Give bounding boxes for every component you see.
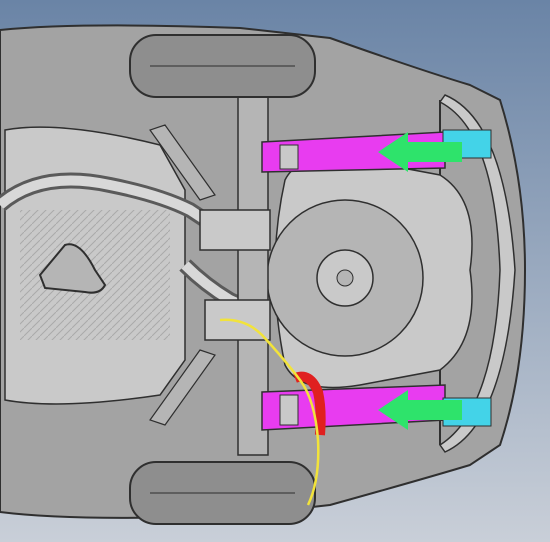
spare-tire-center — [336, 269, 354, 287]
vehicle-underbody-diagram — [0, 0, 550, 542]
underbody-svg — [0, 0, 550, 542]
lower-rail-detail — [279, 394, 299, 426]
axle-bracket-upper — [199, 209, 271, 251]
upper-rail-detail — [279, 144, 299, 170]
